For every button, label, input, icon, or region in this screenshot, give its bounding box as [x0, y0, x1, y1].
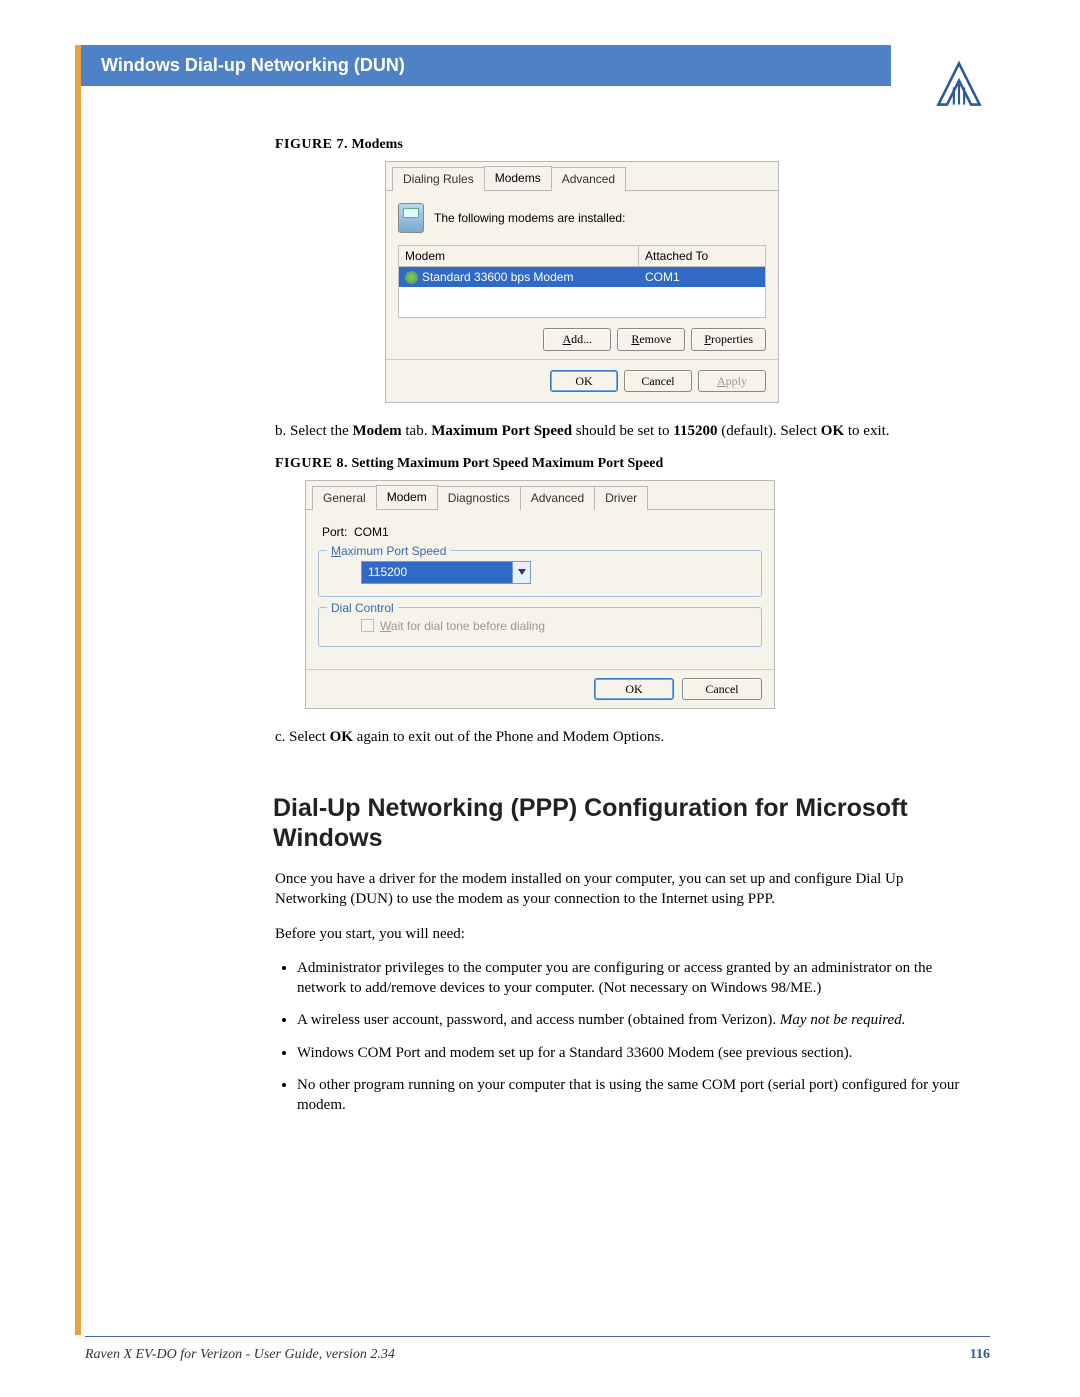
dialog-tabs-2: General Modem Diagnostics Advanced Drive… [306, 481, 774, 510]
modem-properties-dialog: General Modem Diagnostics Advanced Drive… [305, 480, 775, 709]
chevron-down-icon[interactable] [513, 561, 531, 583]
col-modem: Modem [399, 246, 639, 266]
header-title: Windows Dial-up Networking (DUN) [101, 55, 405, 75]
modem-list[interactable]: Modem Attached To Standard 33600 bps Mod… [398, 245, 766, 318]
left-accent-bar [75, 45, 81, 1335]
tab-modems[interactable]: Modems [484, 166, 552, 190]
group-legend-dial: Dial Control [327, 600, 398, 616]
speed-combobox[interactable]: 115200 [361, 561, 531, 583]
properties-button[interactable]: Properties [691, 328, 766, 350]
step-c-text: c. Select OK again to exit out of the Ph… [275, 727, 975, 747]
list-item: Windows COM Port and modem set up for a … [297, 1043, 975, 1063]
figure7-caption: FIGURE 7. Modems [275, 136, 975, 155]
tab-general[interactable]: General [312, 486, 377, 510]
intro-paragraph: Once you have a driver for the modem ins… [275, 869, 975, 910]
tab-diagnostics[interactable]: Diagnostics [437, 486, 521, 510]
add-button[interactable]: Add... [543, 328, 611, 350]
col-attached: Attached To [639, 246, 765, 266]
page-footer: Raven X EV-DO for Verizon - User Guide, … [85, 1347, 990, 1363]
footer-rule [85, 1336, 990, 1337]
list-item: No other program running on your compute… [297, 1075, 975, 1116]
remove-button[interactable]: Remove [617, 328, 685, 350]
phone-icon [398, 203, 424, 233]
max-port-speed-group: Maximum Port Speed 115200 [318, 550, 762, 596]
cancel-button-2[interactable]: Cancel [682, 678, 762, 700]
list-item: Administrator privileges to the computer… [297, 958, 975, 999]
group-legend-speed: Maximum Port Speed [327, 543, 450, 559]
modem-row-selected[interactable]: Standard 33600 bps Modem COM1 [399, 267, 765, 287]
modems-dialog: Dialing Rules Modems Advanced The follow… [385, 161, 779, 403]
checkbox-icon [361, 619, 374, 632]
wait-dialtone-checkbox: Wait for dial tone before dialing [361, 618, 749, 634]
cancel-button[interactable]: Cancel [624, 370, 692, 392]
speed-value: 115200 [361, 561, 513, 583]
modems-message: The following modems are installed: [434, 210, 625, 226]
ok-button[interactable]: OK [550, 370, 618, 392]
section-heading: Dial-Up Networking (PPP) Configuration f… [273, 793, 975, 853]
page-content: FIGURE 7. Modems Dialing Rules Modems Ad… [275, 136, 975, 1115]
tab-modem[interactable]: Modem [376, 485, 438, 509]
port-line: Port: COM1 [322, 524, 762, 540]
tab-advanced[interactable]: Advanced [551, 167, 626, 191]
figure8-caption: FIGURE 8. Setting Maximum Port Speed Max… [275, 455, 975, 474]
brand-logo [933, 60, 985, 108]
need-paragraph: Before you start, you will need: [275, 924, 975, 944]
tab-advanced2[interactable]: Advanced [520, 486, 595, 510]
tab-driver[interactable]: Driver [594, 486, 648, 510]
apply-button: Apply [698, 370, 766, 392]
page-header: Windows Dial-up Networking (DUN) [81, 45, 891, 86]
ok-button-2[interactable]: OK [594, 678, 674, 700]
modem-icon [405, 271, 418, 284]
step-b-text: b. Select the Modem tab. Maximum Port Sp… [275, 421, 975, 441]
dialog-tabs: Dialing Rules Modems Advanced [386, 162, 778, 191]
dial-control-group: Dial Control Wait for dial tone before d… [318, 607, 762, 647]
tab-dialing-rules[interactable]: Dialing Rules [392, 167, 485, 191]
footer-text: Raven X EV-DO for Verizon - User Guide, … [85, 1347, 395, 1363]
page-number: 116 [970, 1347, 990, 1363]
requirements-list: Administrator privileges to the computer… [297, 958, 975, 1116]
list-item: A wireless user account, password, and a… [297, 1010, 975, 1030]
